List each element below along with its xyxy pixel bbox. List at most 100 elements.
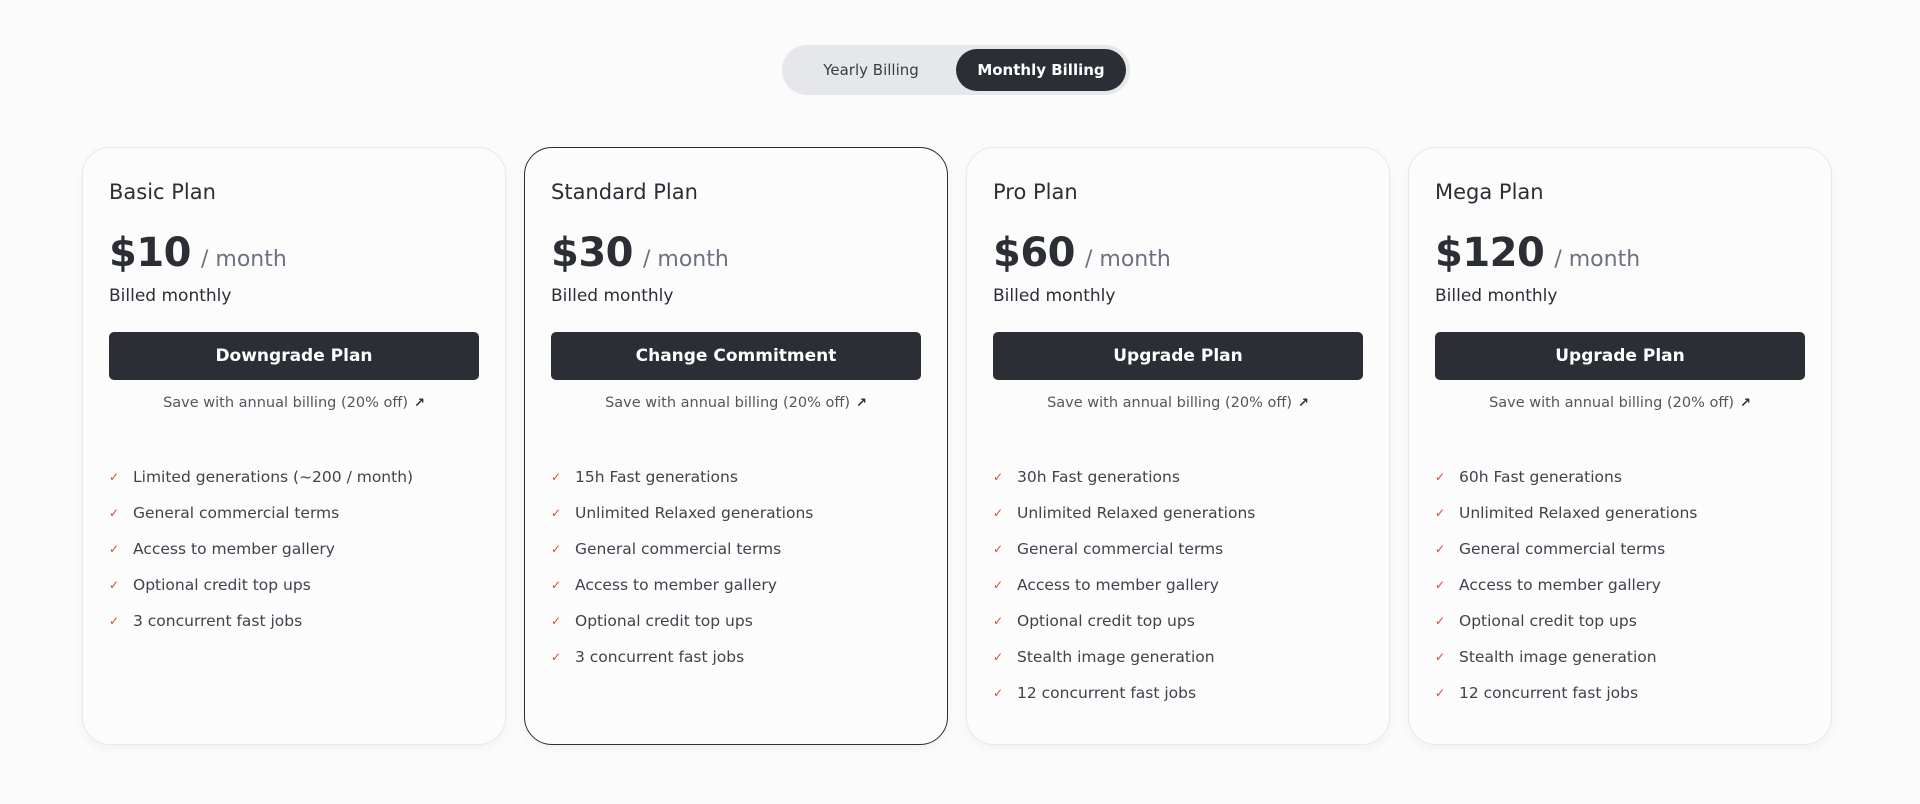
plan-period: / month	[201, 247, 287, 272]
feature-item: ✓ Unlimited Relaxed generations	[993, 495, 1363, 531]
feature-item: ✓ Unlimited Relaxed generations	[551, 495, 921, 531]
check-icon: ✓	[1435, 686, 1446, 700]
feature-label: Unlimited Relaxed generations	[1017, 504, 1256, 522]
feature-item: ✓ 12 concurrent fast jobs	[1435, 675, 1805, 711]
feature-item: ✓ Optional credit top ups	[1435, 603, 1805, 639]
plan-cards: Basic Plan $10 / month Billed monthly Do…	[82, 147, 1832, 745]
feature-label: 3 concurrent fast jobs	[133, 612, 303, 630]
check-icon: ✓	[993, 650, 1004, 664]
check-icon: ✓	[993, 578, 1004, 592]
check-icon: ✓	[993, 614, 1004, 628]
arrow-up-right-icon: ↗	[855, 396, 867, 411]
save-link-label: Save with annual billing (20% off)	[1047, 395, 1292, 411]
check-icon: ✓	[993, 686, 1004, 700]
feature-label: Stealth image generation	[1017, 648, 1215, 666]
check-icon: ✓	[551, 542, 562, 556]
feature-label: Access to member gallery	[1459, 576, 1661, 594]
change-commitment-button[interactable]: Change Commitment	[551, 332, 921, 380]
feature-label: 12 concurrent fast jobs	[1459, 684, 1639, 702]
feature-item: ✓ General commercial terms	[551, 531, 921, 567]
feature-label: 15h Fast generations	[575, 468, 738, 486]
annual-billing-link[interactable]: Save with annual billing (20% off) ↗	[551, 395, 921, 411]
feature-label: Unlimited Relaxed generations	[1459, 504, 1698, 522]
arrow-up-right-icon: ↗	[413, 396, 425, 411]
arrow-up-right-icon: ↗	[1739, 396, 1751, 411]
check-icon: ✓	[1435, 542, 1446, 556]
billing-frequency: Billed monthly	[109, 286, 232, 306]
billing-toggle: Yearly Billing Monthly Billing	[782, 45, 1130, 95]
plan-price: $120	[1435, 230, 1545, 276]
plan-period: / month	[1085, 247, 1171, 272]
feature-label: Optional credit top ups	[1017, 612, 1195, 630]
feature-label: 12 concurrent fast jobs	[1017, 684, 1197, 702]
annual-billing-link[interactable]: Save with annual billing (20% off) ↗	[993, 395, 1363, 411]
feature-label: Unlimited Relaxed generations	[575, 504, 814, 522]
feature-label: 3 concurrent fast jobs	[575, 648, 745, 666]
feature-item: ✓ Limited generations (~200 / month)	[109, 459, 479, 495]
check-icon: ✓	[109, 578, 120, 592]
check-icon: ✓	[109, 542, 120, 556]
feature-label: 30h Fast generations	[1017, 468, 1180, 486]
feature-item: ✓ Optional credit top ups	[109, 567, 479, 603]
check-icon: ✓	[993, 506, 1004, 520]
check-icon: ✓	[551, 506, 562, 520]
check-icon: ✓	[109, 614, 120, 628]
save-link-label: Save with annual billing (20% off)	[1489, 395, 1734, 411]
check-icon: ✓	[551, 578, 562, 592]
feature-label: Limited generations (~200 / month)	[133, 468, 414, 486]
annual-billing-link[interactable]: Save with annual billing (20% off) ↗	[109, 395, 479, 411]
plan-name: Basic Plan	[109, 180, 216, 204]
plan-card-pro: Pro Plan $60 / month Billed monthly Upgr…	[966, 147, 1390, 745]
plan-price: $60	[993, 230, 1076, 276]
feature-list: ✓ 15h Fast generations ✓ Unlimited Relaxed…	[551, 459, 921, 675]
check-icon: ✓	[551, 614, 562, 628]
feature-item: ✓ Access to member gallery	[993, 567, 1363, 603]
feature-label: Optional credit top ups	[1459, 612, 1637, 630]
feature-item: ✓ 12 concurrent fast jobs	[993, 675, 1363, 711]
plan-name: Pro Plan	[993, 180, 1078, 204]
feature-item: ✓ Unlimited Relaxed generations	[1435, 495, 1805, 531]
plan-price: $10	[109, 230, 192, 276]
feature-item: ✓ 15h Fast generations	[551, 459, 921, 495]
save-link-label: Save with annual billing (20% off)	[163, 395, 408, 411]
feature-item: ✓ Access to member gallery	[1435, 567, 1805, 603]
check-icon: ✓	[993, 470, 1004, 484]
yearly-billing-tab[interactable]: Yearly Billing	[786, 49, 956, 91]
save-link-label: Save with annual billing (20% off)	[605, 395, 850, 411]
feature-item: ✓ 3 concurrent fast jobs	[109, 603, 479, 639]
upgrade-plan-button[interactable]: Upgrade Plan	[993, 332, 1363, 380]
price-row: $60 / month	[993, 230, 1363, 276]
plan-period: / month	[1554, 247, 1641, 272]
feature-list: ✓ 60h Fast generations ✓ Unlimited Relaxed…	[1435, 459, 1805, 711]
annual-billing-link[interactable]: Save with annual billing (20% off) ↗	[1435, 395, 1805, 411]
feature-label: General commercial terms	[1017, 540, 1224, 558]
check-icon: ✓	[1435, 470, 1446, 484]
feature-label: General commercial terms	[133, 504, 340, 522]
check-icon: ✓	[109, 470, 120, 484]
feature-label: Access to member gallery	[575, 576, 777, 594]
downgrade-plan-button[interactable]: Downgrade Plan	[109, 332, 479, 380]
price-row: $30 / month	[551, 230, 921, 276]
feature-item: ✓ Stealth image generation	[1435, 639, 1805, 675]
plan-name: Mega Plan	[1435, 180, 1544, 204]
plan-card-standard: Standard Plan $30 / month Billed monthly…	[524, 147, 948, 745]
check-icon: ✓	[1435, 578, 1446, 592]
feature-label: Optional credit top ups	[575, 612, 753, 630]
feature-label: Access to member gallery	[133, 540, 335, 558]
feature-item: ✓ Optional credit top ups	[551, 603, 921, 639]
billing-frequency: Billed monthly	[1435, 286, 1558, 306]
plan-price: $30	[551, 230, 634, 276]
feature-label: Access to member gallery	[1017, 576, 1219, 594]
plan-card-basic: Basic Plan $10 / month Billed monthly Do…	[82, 147, 506, 745]
feature-label: 60h Fast generations	[1459, 468, 1622, 486]
feature-label: Optional credit top ups	[133, 576, 311, 594]
upgrade-plan-button[interactable]: Upgrade Plan	[1435, 332, 1805, 380]
feature-list: ✓ 30h Fast generations ✓ Unlimited Relaxed…	[993, 459, 1363, 711]
plan-name: Standard Plan	[551, 180, 698, 204]
feature-item: ✓ Access to member gallery	[109, 531, 479, 567]
monthly-billing-tab[interactable]: Monthly Billing	[956, 49, 1126, 91]
feature-item: ✓ General commercial terms	[1435, 531, 1805, 567]
check-icon: ✓	[109, 506, 120, 520]
feature-item: ✓ 60h Fast generations	[1435, 459, 1805, 495]
check-icon: ✓	[551, 650, 562, 664]
